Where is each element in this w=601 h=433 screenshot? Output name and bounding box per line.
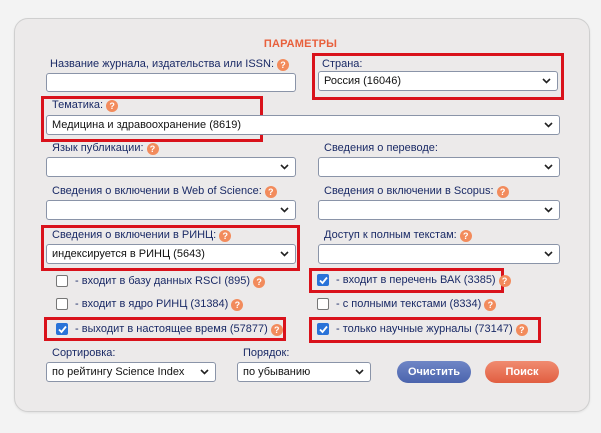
sorting-label: Сортировка: — [52, 347, 116, 359]
fulltext-checkbox[interactable] — [317, 298, 329, 310]
wos-label: Сведения о включении в Web of Science:? — [52, 185, 277, 198]
help-icon[interactable]: ? — [231, 299, 244, 311]
topic-select-value: Медицина и здравоохранение (8619) — [52, 119, 242, 131]
chevron-down-icon — [544, 164, 553, 170]
rsci-checkbox[interactable] — [56, 275, 68, 287]
help-icon[interactable]: ? — [219, 230, 232, 242]
current-checkbox[interactable] — [56, 323, 68, 335]
country-select[interactable]: Россия (16046) — [318, 71, 558, 91]
order-label: Порядок: — [243, 347, 290, 359]
country-label: Страна: — [322, 58, 363, 70]
check-icon — [319, 276, 328, 285]
rinc-label: Сведения о включении в РИНЦ:? — [52, 229, 232, 242]
order-select-value: по убыванию — [243, 366, 311, 378]
current-label-text: - выходит в настоящее время (57877) — [75, 323, 268, 335]
help-icon[interactable]: ? — [498, 275, 511, 287]
scientific-checkbox[interactable] — [317, 323, 329, 335]
help-icon[interactable]: ? — [270, 324, 283, 336]
rinc-select-value: индексируется в РИНЦ (5643) — [52, 248, 205, 260]
country-select-value: Россия (16046) — [324, 75, 402, 87]
panel-title: ПАРАМЕТРЫ — [263, 38, 338, 50]
check-icon — [58, 325, 67, 334]
fulltext-cb-label-text: - с полными текстами (8334) — [336, 298, 482, 310]
journal-label: Название журнала, издательства или ISSN:… — [50, 58, 290, 71]
order-select[interactable]: по убыванию — [237, 362, 371, 382]
rsci-label-text: - входит в базу данных RSCI (895) — [75, 275, 251, 287]
current-checkbox-label: - выходит в настоящее время (57877)? — [75, 323, 283, 336]
scientific-checkbox-label: - только научные журналы (73147)? — [336, 323, 528, 336]
vak-checkbox[interactable] — [317, 274, 329, 286]
help-icon[interactable]: ? — [277, 59, 290, 71]
fulltext-checkbox-label: - с полными текстами (8334)? — [336, 298, 497, 311]
help-icon[interactable]: ? — [484, 299, 497, 311]
journal-input[interactable] — [46, 73, 296, 92]
topic-select[interactable]: Медицина и здравоохранение (8619) — [46, 115, 560, 135]
journal-label-text: Название журнала, издательства или ISSN: — [50, 58, 275, 70]
help-icon[interactable]: ? — [146, 143, 159, 155]
help-icon[interactable]: ? — [515, 324, 528, 336]
fulltext-label: Доступ к полным текстам:? — [324, 229, 472, 242]
scopus-label-text: Сведения о включении в Scopus: — [324, 185, 494, 197]
rinc-core-checkbox[interactable] — [56, 298, 68, 310]
chevron-down-icon — [355, 369, 364, 375]
help-icon[interactable]: ? — [264, 186, 277, 198]
check-icon — [319, 325, 328, 334]
topic-label-text: Тематика: — [52, 99, 104, 111]
rinc-select[interactable]: индексируется в РИНЦ (5643) — [46, 244, 296, 264]
language-label-text: Язык публикации: — [52, 142, 144, 154]
chevron-down-icon — [280, 251, 289, 257]
help-icon[interactable]: ? — [253, 276, 266, 288]
sorting-select[interactable]: по рейтингу Science Index — [46, 362, 216, 382]
wos-label-text: Сведения о включении в Web of Science: — [52, 185, 262, 197]
chevron-down-icon — [280, 164, 289, 170]
chevron-down-icon — [544, 122, 553, 128]
wos-select[interactable] — [46, 200, 296, 220]
rsci-checkbox-label: - входит в базу данных RSCI (895)? — [75, 275, 266, 288]
search-button[interactable]: Поиск — [485, 361, 559, 383]
clear-button[interactable]: Очистить — [397, 361, 471, 383]
rinc-core-checkbox-label: - входит в ядро РИНЦ (31384)? — [75, 298, 244, 311]
fulltext-select[interactable] — [318, 244, 560, 264]
scopus-select[interactable] — [318, 200, 560, 220]
translation-select[interactable] — [318, 157, 560, 177]
topic-label: Тематика:? — [52, 99, 119, 112]
vak-label-text: - входит в перечень ВАК (3385) — [336, 274, 496, 286]
fulltext-label-text: Доступ к полным текстам: — [324, 229, 457, 241]
chevron-down-icon — [200, 369, 209, 375]
chevron-down-icon — [544, 251, 553, 257]
help-icon[interactable]: ? — [496, 186, 509, 198]
language-select[interactable] — [46, 157, 296, 177]
vak-checkbox-label: - входит в перечень ВАК (3385)? — [336, 274, 511, 287]
language-label: Язык публикации:? — [52, 142, 159, 155]
sorting-select-value: по рейтингу Science Index — [52, 366, 185, 378]
translation-label: Сведения о переводе: — [324, 142, 438, 154]
help-icon[interactable]: ? — [459, 230, 472, 242]
scopus-label: Сведения о включении в Scopus:? — [324, 185, 509, 198]
help-icon[interactable]: ? — [106, 100, 119, 112]
rinc-label-text: Сведения о включении в РИНЦ: — [52, 229, 217, 241]
chevron-down-icon — [280, 207, 289, 213]
rinc-core-label-text: - входит в ядро РИНЦ (31384) — [75, 298, 229, 310]
chevron-down-icon — [542, 78, 551, 84]
scientific-label-text: - только научные журналы (73147) — [336, 323, 513, 335]
chevron-down-icon — [544, 207, 553, 213]
